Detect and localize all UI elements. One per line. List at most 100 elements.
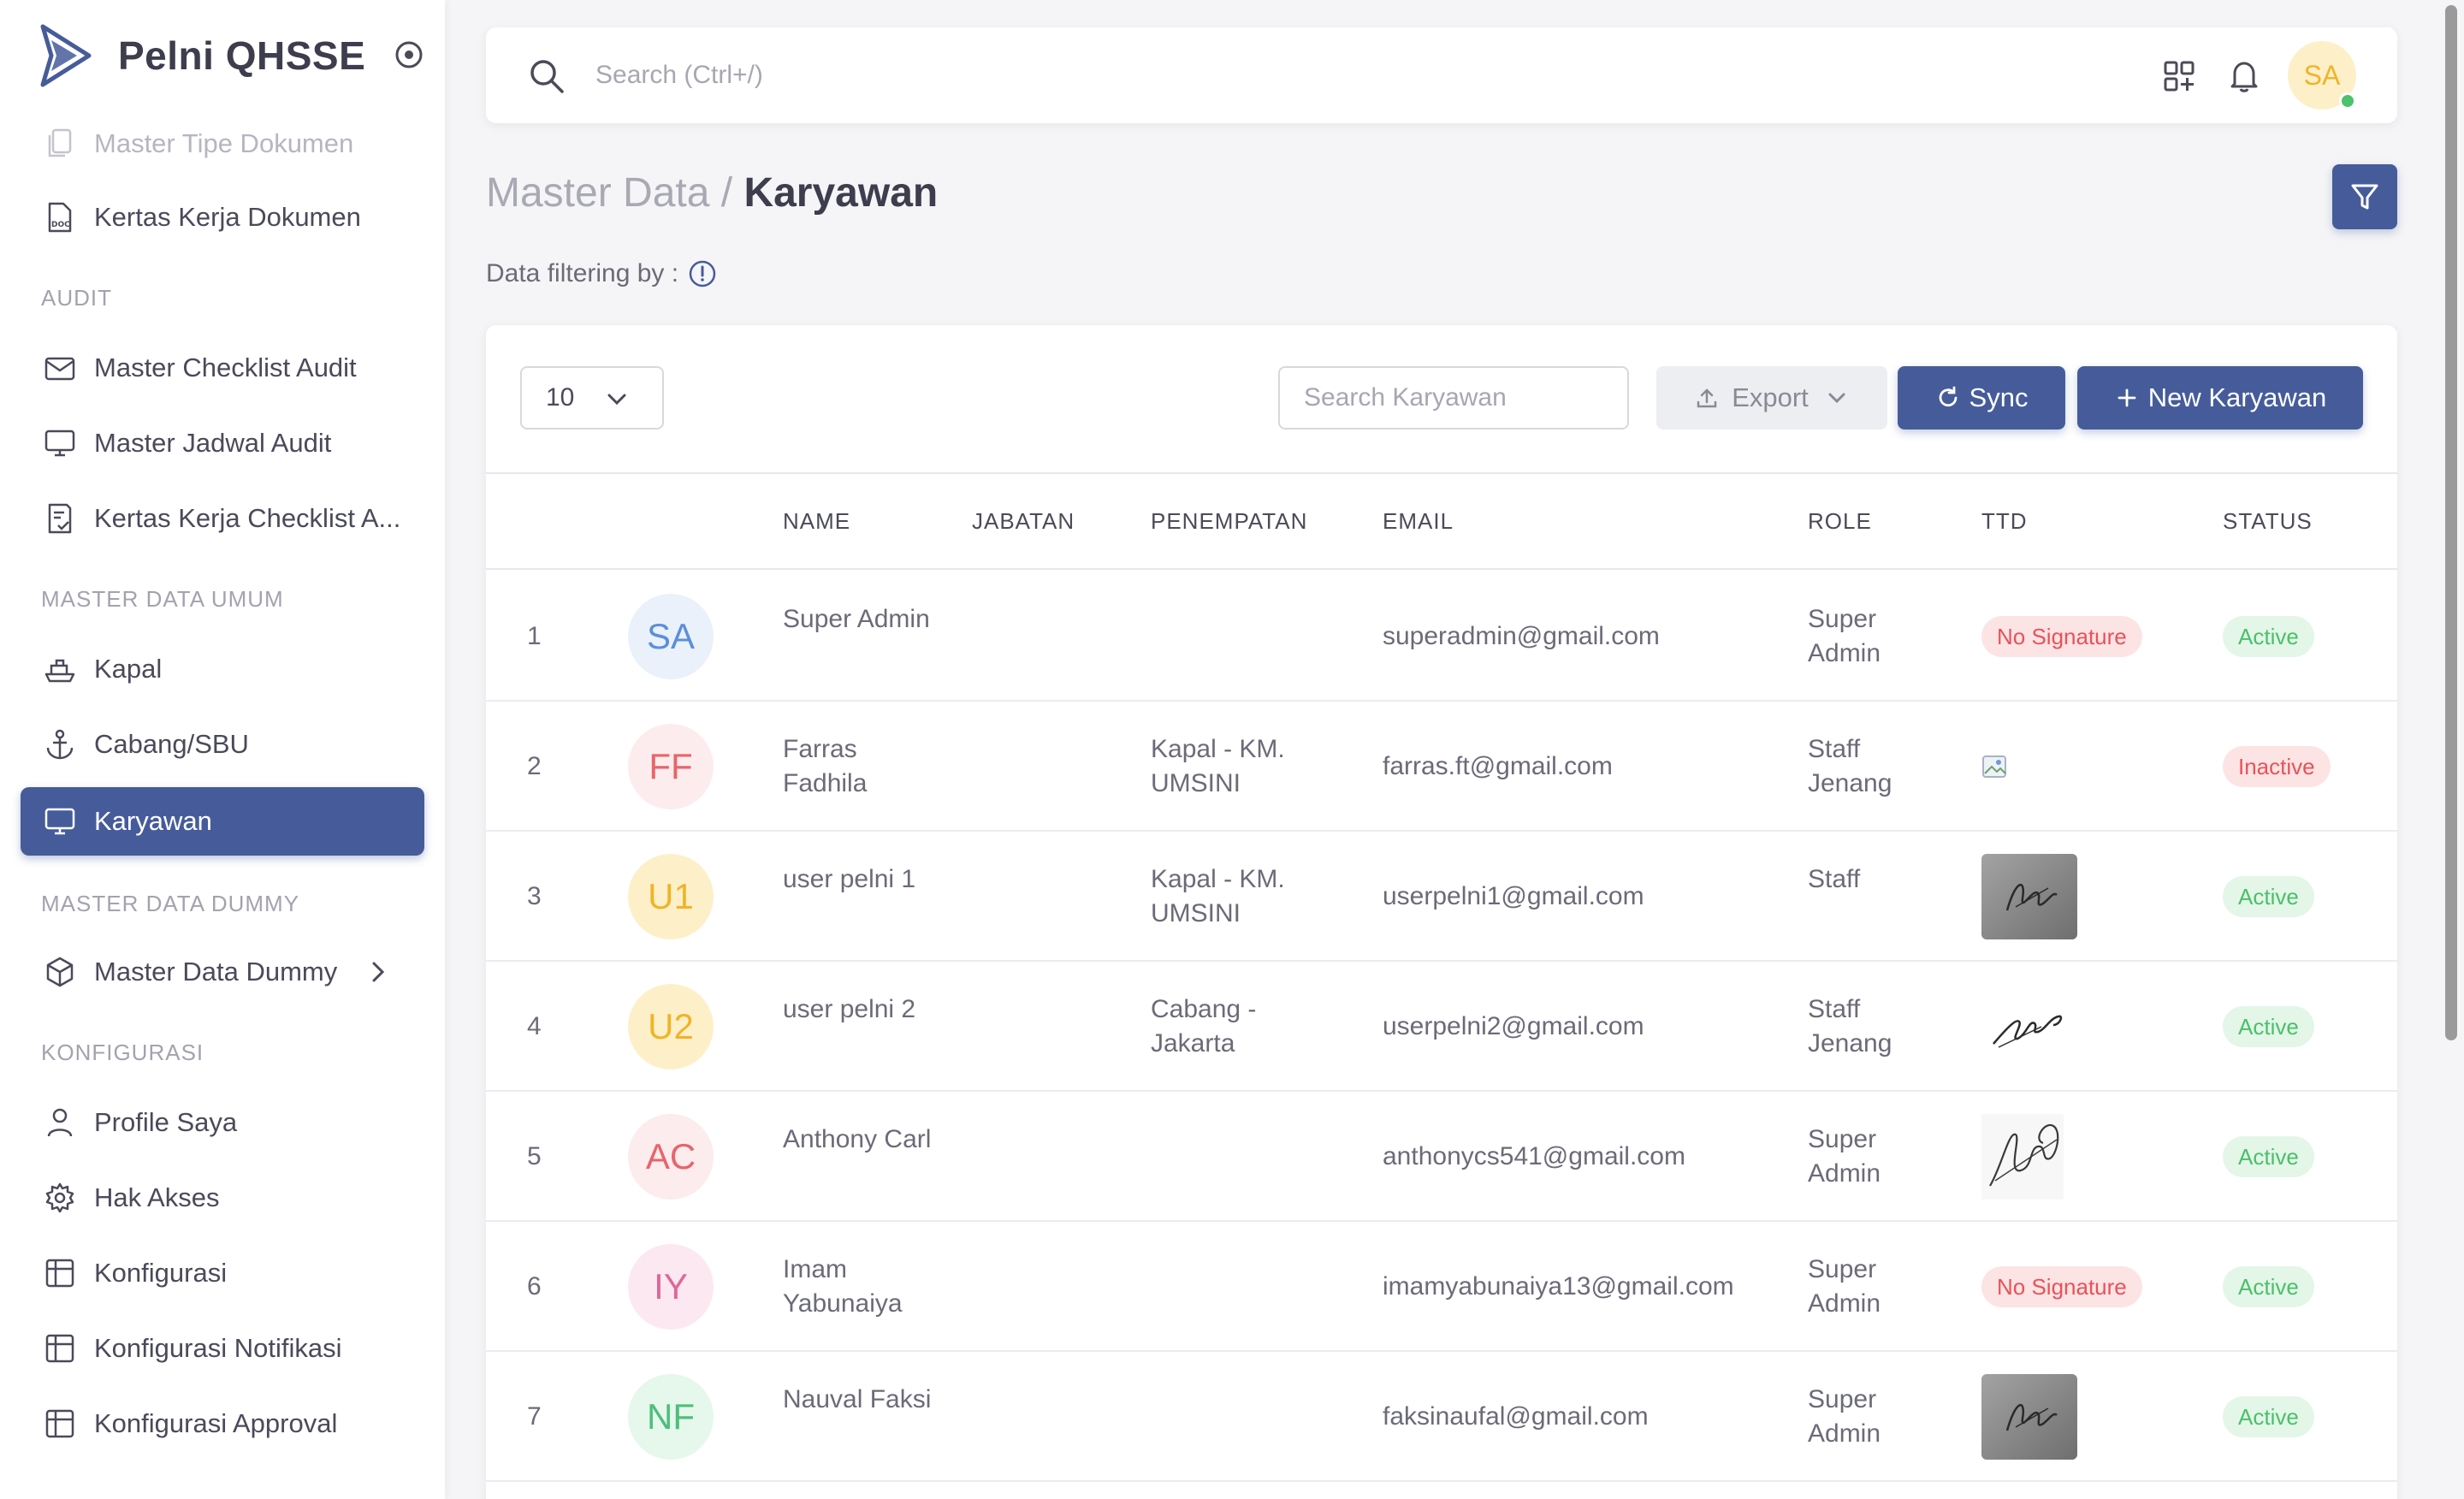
- employee-name[interactable]: Farras Fadhila: [783, 732, 937, 801]
- new-karyawan-button[interactable]: New Karyawan: [2077, 366, 2363, 430]
- table-row[interactable]: 3 U1 user pelni 1 Kapal - KM. UMSINI userpel…: [486, 832, 2397, 962]
- new-karyawan-label: New Karyawan: [2147, 382, 2327, 412]
- sidebar-item-label: Kertas Kerja Dokumen: [94, 202, 361, 232]
- status-badge: Active: [2223, 1006, 2314, 1047]
- avatar: IY: [628, 1244, 714, 1330]
- search-karyawan-input[interactable]: [1278, 366, 1629, 430]
- sync-button[interactable]: Sync: [1898, 366, 2065, 430]
- mail-icon: [43, 351, 77, 385]
- employee-email: imamyabunaiya13@gmail.com: [1383, 1272, 1734, 1301]
- employee-penempatan: Cabang - Jakarta: [1151, 995, 1257, 1058]
- svg-text:DOC: DOC: [51, 221, 70, 229]
- sidebar-item-profile-saya[interactable]: Profile Saya: [21, 1088, 424, 1157]
- employee-name[interactable]: Nauval Faksi: [783, 1383, 937, 1417]
- scrollbar-thumb[interactable]: [2445, 5, 2457, 1040]
- sidebar-pin-icon[interactable]: [394, 39, 424, 70]
- table-row[interactable]: 2 FF Farras Fadhila Kapal - KM. UMSINI farra…: [486, 702, 2397, 832]
- anchor-icon: [43, 727, 77, 761]
- sidebar-item-kapal[interactable]: Kapal: [21, 635, 424, 703]
- sidebar-item-konfigurasi-approval[interactable]: Konfigurasi Approval: [21, 1389, 424, 1458]
- table-row[interactable]: 5 AC Anthony Carl anthonycs541@gmail.com Sup…: [486, 1092, 2397, 1222]
- export-button[interactable]: Export: [1656, 366, 1887, 430]
- filter-button[interactable]: [2332, 164, 2397, 229]
- apps-grid-icon[interactable]: [2161, 58, 2197, 94]
- sidebar-item-konfigurasi-notifikasi[interactable]: Konfigurasi Notifikasi: [21, 1314, 424, 1383]
- table-row[interactable]: 4 U2 user pelni 2 Cabang - Jakarta userpelni…: [486, 962, 2397, 1092]
- box-icon: [43, 955, 77, 989]
- sidebar-item-label: Master Jadwal Audit: [94, 428, 332, 458]
- chevron-down-icon: [607, 394, 626, 406]
- status-badge: Active: [2223, 876, 2314, 917]
- doc-file-icon: DOC: [43, 200, 77, 234]
- employee-penempatan: Kapal - KM. UMSINI: [1151, 865, 1285, 927]
- chevron-down-icon: [1828, 393, 1845, 404]
- sidebar-item-kertas-kerja-checklist[interactable]: Kertas Kerja Checklist A...: [21, 484, 424, 553]
- global-search-input[interactable]: [595, 53, 1622, 98]
- employee-role: Super Admin: [1808, 605, 1881, 667]
- signature-cell: [1981, 1114, 2153, 1200]
- per-page-select[interactable]: 10: [520, 366, 664, 430]
- sidebar-item-label: Master Checklist Audit: [94, 353, 357, 382]
- sidebar-item-label: Hak Akses: [94, 1182, 220, 1212]
- row-number: 6: [527, 1272, 542, 1301]
- karyawan-table-card: 10 Export Sync New Karyawan NAME JABATAN…: [486, 325, 2397, 1499]
- sidebar-item-cabang-sbu[interactable]: Cabang/SBU: [21, 710, 424, 779]
- status-cell: Active: [2223, 876, 2314, 917]
- bell-icon[interactable]: [2226, 56, 2262, 94]
- sidebar-item-master-tipe-dokumen[interactable]: Master Tipe Dokumen: [21, 110, 424, 178]
- monitor-icon: [43, 804, 77, 838]
- employee-email: faksinaufal@gmail.com: [1383, 1402, 1649, 1431]
- user-icon: [43, 1105, 77, 1140]
- row-number: 7: [527, 1402, 542, 1431]
- sidebar-item-label: Konfigurasi: [94, 1258, 228, 1288]
- sidebar-item-konfigurasi[interactable]: Konfigurasi: [21, 1239, 424, 1307]
- nav-section-konfigurasi: KONFIGURASI: [41, 1040, 204, 1065]
- export-label: Export: [1732, 382, 1809, 412]
- employee-role: Staff: [1808, 865, 1861, 893]
- header-jabatan[interactable]: JABATAN: [972, 508, 1075, 535]
- header-email[interactable]: EMAIL: [1383, 508, 1454, 535]
- header-role[interactable]: ROLE: [1808, 508, 1872, 535]
- monitor-icon: [43, 426, 77, 460]
- online-status-dot: [2339, 92, 2356, 110]
- filter-icon: [2351, 184, 2378, 210]
- signature-cell: [1981, 1374, 2153, 1460]
- upload-icon: [1697, 388, 1717, 408]
- sidebar-item-master-checklist-audit[interactable]: Master Checklist Audit: [21, 334, 424, 402]
- row-number: 4: [527, 1012, 542, 1040]
- plus-icon: [2118, 388, 2136, 407]
- employee-role: Staff Jenang: [1808, 995, 1892, 1058]
- employee-name[interactable]: user pelni 1: [783, 862, 937, 897]
- header-ttd[interactable]: TTD: [1981, 508, 2028, 535]
- row-number: 2: [527, 752, 542, 780]
- search-icon[interactable]: [527, 56, 566, 96]
- employee-name[interactable]: Imam Yabunaiya: [783, 1253, 937, 1321]
- header-status[interactable]: STATUS: [2223, 508, 2313, 535]
- topbar: SA: [486, 27, 2397, 123]
- sidebar-item-label: Cabang/SBU: [94, 729, 249, 759]
- employee-name[interactable]: Anthony Carl: [783, 1123, 937, 1157]
- no-signature-badge: No Signature: [1981, 1266, 2142, 1307]
- table-row[interactable]: 1 SA Super Admin superadmin@gmail.com Super …: [486, 572, 2397, 702]
- table-row[interactable]: 7 NF Nauval Faksi faksinaufal@gmail.com Supe…: [486, 1352, 2397, 1482]
- sidebar-item-master-data-dummy[interactable]: Master Data Dummy: [21, 938, 424, 1006]
- row-number: 5: [527, 1142, 542, 1170]
- header-penempatan[interactable]: PENEMPATAN: [1151, 508, 1307, 535]
- sidebar-item-karyawan[interactable]: Karyawan: [21, 787, 424, 856]
- employee-email: superadmin@gmail.com: [1383, 622, 1660, 650]
- sidebar-item-master-jadwal-audit[interactable]: Master Jadwal Audit: [21, 409, 424, 477]
- table-row[interactable]: 6 IY Imam Yabunaiya imamyabunaiya13@gmail.c…: [486, 1222, 2397, 1352]
- info-icon[interactable]: [687, 258, 718, 289]
- employee-email: anthonycs541@gmail.com: [1383, 1142, 1685, 1170]
- status-badge: Active: [2223, 616, 2314, 657]
- breadcrumb-parent[interactable]: Master Data: [486, 170, 709, 216]
- header-name[interactable]: NAME: [783, 508, 850, 535]
- employee-name[interactable]: user pelni 2: [783, 992, 937, 1027]
- sidebar-item-hak-akses[interactable]: Hak Akses: [21, 1164, 424, 1232]
- sidebar-item-kertas-kerja-dokumen[interactable]: DOC Kertas Kerja Dokumen: [21, 183, 424, 252]
- employee-name[interactable]: Super Admin: [783, 602, 937, 637]
- avatar: NF: [628, 1374, 714, 1460]
- signature-cell: No Signature: [1981, 1244, 2153, 1330]
- signature-cell: [1981, 854, 2153, 939]
- avatar: SA: [628, 594, 714, 679]
